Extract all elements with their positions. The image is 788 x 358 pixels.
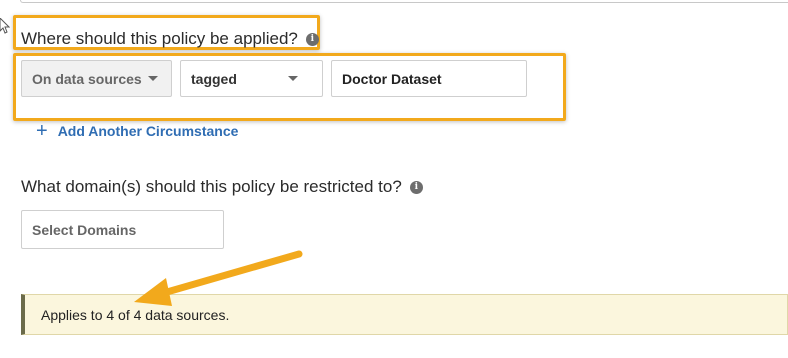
chevron-down-icon bbox=[288, 76, 298, 81]
condition-select-value: tagged bbox=[191, 70, 237, 87]
applies-notice: Applies to 4 of 4 data sources. bbox=[21, 294, 788, 335]
domain-question-label: What domain(s) should this policy be res… bbox=[21, 177, 402, 196]
data-source-select-value: On data sources bbox=[32, 70, 142, 87]
plus-icon: + bbox=[36, 120, 48, 142]
condition-select[interactable]: tagged bbox=[180, 60, 323, 97]
applied-question: Where should this policy be applied? i bbox=[21, 29, 319, 49]
add-circumstance-label: Add Another Circumstance bbox=[57, 123, 239, 139]
mouse-cursor-icon bbox=[0, 18, 10, 34]
tag-input-value: Doctor Dataset bbox=[342, 70, 442, 87]
tag-input[interactable]: Doctor Dataset bbox=[331, 60, 527, 97]
previous-field bbox=[20, 0, 788, 3]
applies-notice-text: Applies to 4 of 4 data sources. bbox=[41, 306, 230, 323]
domains-select-placeholder: Select Domains bbox=[32, 221, 137, 238]
add-circumstance-button[interactable]: + Add Another Circumstance bbox=[36, 120, 239, 142]
chevron-down-icon bbox=[147, 76, 158, 81]
info-icon[interactable]: i bbox=[409, 180, 423, 194]
domain-question: What domain(s) should this policy be res… bbox=[21, 177, 423, 197]
data-source-select[interactable]: On data sources bbox=[21, 60, 172, 97]
domains-select[interactable]: Select Domains bbox=[21, 210, 224, 249]
applied-question-label: Where should this policy be applied? bbox=[21, 29, 298, 48]
info-icon[interactable]: i bbox=[305, 32, 319, 46]
